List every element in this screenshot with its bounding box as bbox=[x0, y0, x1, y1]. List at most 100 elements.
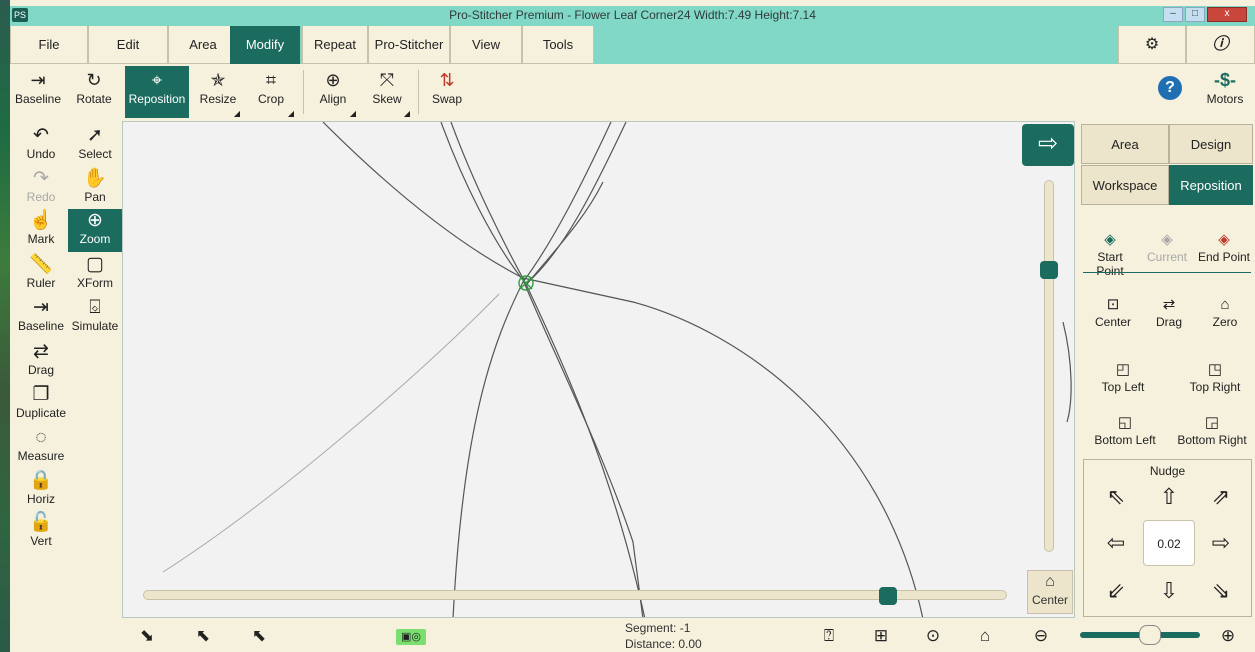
zoom-actual-icon[interactable]: ⊙ bbox=[920, 624, 946, 648]
nudge-up-left-icon[interactable]: ⇖ bbox=[1101, 482, 1131, 512]
horizontal-scrollbar[interactable] bbox=[143, 590, 1007, 600]
measure-button[interactable]: ◌ Measure bbox=[14, 426, 68, 469]
tab-modify[interactable]: Modify bbox=[230, 26, 300, 64]
drag-tool-button[interactable]: ⇄ Drag bbox=[14, 340, 68, 383]
end-point-button[interactable]: ◈ End Point bbox=[1195, 230, 1253, 264]
simulate-button[interactable]: ⌺ Simulate bbox=[68, 296, 122, 339]
nudge-down-left-icon[interactable]: ⇙ bbox=[1101, 576, 1131, 606]
tab-edit[interactable]: Edit bbox=[88, 26, 168, 64]
stitch-design bbox=[162, 122, 1072, 617]
zoom-out-icon[interactable]: ⊖ bbox=[1028, 624, 1054, 648]
select-start-icon[interactable]: ⬉ bbox=[190, 624, 216, 648]
horizontal-scroll-thumb[interactable] bbox=[879, 587, 898, 605]
tab-file[interactable]: File bbox=[10, 26, 88, 64]
align-button[interactable]: ⊕ Align ◢ bbox=[308, 66, 358, 118]
window-title: Pro-Stitcher Premium - Flower Leaf Corne… bbox=[449, 8, 816, 22]
mark-button[interactable]: ☝ Mark bbox=[14, 209, 68, 252]
swap-button[interactable]: ⇅ Swap bbox=[424, 66, 470, 118]
end-point-icon: ◈ bbox=[1218, 231, 1230, 248]
reposition-button[interactable]: ⌖ Reposition bbox=[125, 66, 189, 118]
baseline-tool-button[interactable]: ⇥ Baseline bbox=[14, 296, 68, 339]
right-edge-arc bbox=[1062, 321, 1072, 423]
crop-label: Crop bbox=[257, 92, 284, 106]
tab-repeat[interactable]: Repeat bbox=[302, 26, 368, 64]
select-box-icon[interactable]: ⬊ bbox=[134, 624, 160, 648]
duplicate-button[interactable]: ❐ Duplicate bbox=[14, 383, 68, 426]
pan-button[interactable]: ✋ Pan bbox=[68, 167, 122, 210]
tab-area[interactable]: Area bbox=[168, 26, 238, 64]
align-label: Align bbox=[319, 92, 347, 106]
baseline-button[interactable]: ⇥ Baseline bbox=[10, 66, 66, 118]
arrow-right-icon[interactable]: ⇨ bbox=[1022, 124, 1074, 166]
baseline-icon: ⇥ bbox=[30, 70, 46, 90]
resize-button[interactable]: ✯ Resize ◢ bbox=[194, 66, 242, 118]
center-button[interactable]: ⊡ Center bbox=[1088, 295, 1138, 329]
center-label: Center bbox=[1094, 315, 1132, 329]
tab-tools[interactable]: Tools bbox=[522, 26, 594, 64]
maximize-button[interactable]: □ bbox=[1185, 7, 1205, 22]
panel-divider bbox=[1083, 272, 1251, 273]
nudge-up-icon[interactable]: ⇧ bbox=[1154, 482, 1184, 512]
simulate-label: Simulate bbox=[71, 319, 119, 333]
skew-button[interactable]: ⤧ Skew ◢ bbox=[362, 66, 412, 118]
xform-icon: ▢ bbox=[86, 254, 104, 275]
rotate-button[interactable]: ↻ Rotate bbox=[68, 66, 120, 118]
drag-button[interactable]: ⇄ Drag bbox=[1144, 295, 1194, 329]
nudge-down-right-icon[interactable]: ⇘ bbox=[1206, 576, 1236, 606]
zero-button[interactable]: ⌂ Zero bbox=[1200, 295, 1250, 329]
nudge-amount-field[interactable]: 0.02 bbox=[1143, 520, 1195, 566]
current-point-button[interactable]: ◈ Current bbox=[1142, 230, 1192, 264]
zoom-slider-thumb[interactable] bbox=[1138, 625, 1161, 645]
zoom-fit-icon[interactable]: ⊞ bbox=[868, 624, 894, 648]
nudge-left-icon[interactable]: ⇦ bbox=[1101, 528, 1131, 558]
tab-view[interactable]: View bbox=[450, 26, 522, 64]
start-point-button[interactable]: ◈ Start Point bbox=[1083, 230, 1137, 278]
nudge-right-icon[interactable]: ⇨ bbox=[1206, 528, 1236, 558]
tab-reposition[interactable]: Reposition bbox=[1169, 165, 1253, 205]
bottom-right-label: Bottom Right bbox=[1177, 433, 1247, 447]
info-icon[interactable]: ⓘ bbox=[1186, 26, 1255, 64]
undo-button[interactable]: ↶ Undo bbox=[14, 124, 68, 167]
nudge-up-right-icon[interactable]: ⇗ bbox=[1206, 482, 1236, 512]
horiz-lock-button[interactable]: 🔒 Horiz bbox=[14, 469, 68, 512]
help-button[interactable]: ? bbox=[1150, 66, 1190, 118]
select-button[interactable]: ➚ Select bbox=[68, 124, 122, 167]
xform-button[interactable]: ▢ XForm bbox=[68, 253, 122, 296]
zoom-button[interactable]: ⊕ Zoom bbox=[68, 209, 122, 252]
vertical-scrollbar[interactable] bbox=[1044, 180, 1054, 552]
hoop-status-icon[interactable]: ▣◎ bbox=[396, 629, 426, 645]
close-button[interactable]: x bbox=[1207, 7, 1247, 22]
vert-lock-button[interactable]: 🔓 Vert bbox=[14, 511, 68, 554]
crop-button[interactable]: ⌗ Crop ◢ bbox=[246, 66, 296, 118]
center-view-button[interactable]: ⌂ Center bbox=[1027, 570, 1073, 614]
home-icon[interactable]: ⌂ bbox=[972, 624, 998, 648]
redo-button[interactable]: ↷ Redo bbox=[14, 167, 68, 210]
motors-button[interactable]: -$- Motors bbox=[1200, 66, 1250, 118]
start-point-icon: ◈ bbox=[1104, 231, 1116, 248]
skew-icon: ⤧ bbox=[379, 70, 395, 90]
bottom-left-label: Bottom Left bbox=[1094, 433, 1156, 447]
select-end-icon[interactable]: ⬉ bbox=[246, 624, 272, 648]
zoom-in-icon[interactable]: ⊕ bbox=[1215, 624, 1241, 648]
crop-icon: ⌗ bbox=[265, 70, 277, 90]
gear-icon[interactable]: ⚙ bbox=[1118, 26, 1186, 64]
ruler-button[interactable]: 📏 Ruler bbox=[14, 253, 68, 296]
tab-pro-stitcher[interactable]: Pro-Stitcher bbox=[368, 26, 450, 64]
top-right-icon: ◳ bbox=[1207, 361, 1223, 378]
swap-icon: ⇅ bbox=[439, 70, 455, 90]
top-left-button[interactable]: ◰ Top Left bbox=[1088, 360, 1158, 394]
minimize-button[interactable]: – bbox=[1163, 7, 1183, 22]
nudge-down-icon[interactable]: ⇩ bbox=[1154, 576, 1184, 606]
design-canvas[interactable]: ⇨ ⌂ Center bbox=[122, 121, 1075, 618]
tab-area-panel[interactable]: Area bbox=[1081, 124, 1169, 164]
modify-toolbar: ⇥ Baseline ↻ Rotate ⌖ Reposition ✯ Resiz… bbox=[10, 64, 1255, 120]
bottom-right-icon: ◲ bbox=[1204, 414, 1220, 431]
vertical-scroll-thumb[interactable] bbox=[1040, 261, 1058, 280]
tab-workspace[interactable]: Workspace bbox=[1081, 165, 1169, 205]
bottom-left-button[interactable]: ◱ Bottom Left bbox=[1086, 413, 1164, 447]
tab-design-panel[interactable]: Design bbox=[1169, 124, 1253, 164]
top-right-button[interactable]: ◳ Top Right bbox=[1180, 360, 1250, 394]
bottom-right-button[interactable]: ◲ Bottom Right bbox=[1170, 413, 1254, 447]
zoom-pattern-icon[interactable]: ⍰ bbox=[816, 624, 842, 648]
drag-icon: ⇄ bbox=[33, 341, 49, 362]
